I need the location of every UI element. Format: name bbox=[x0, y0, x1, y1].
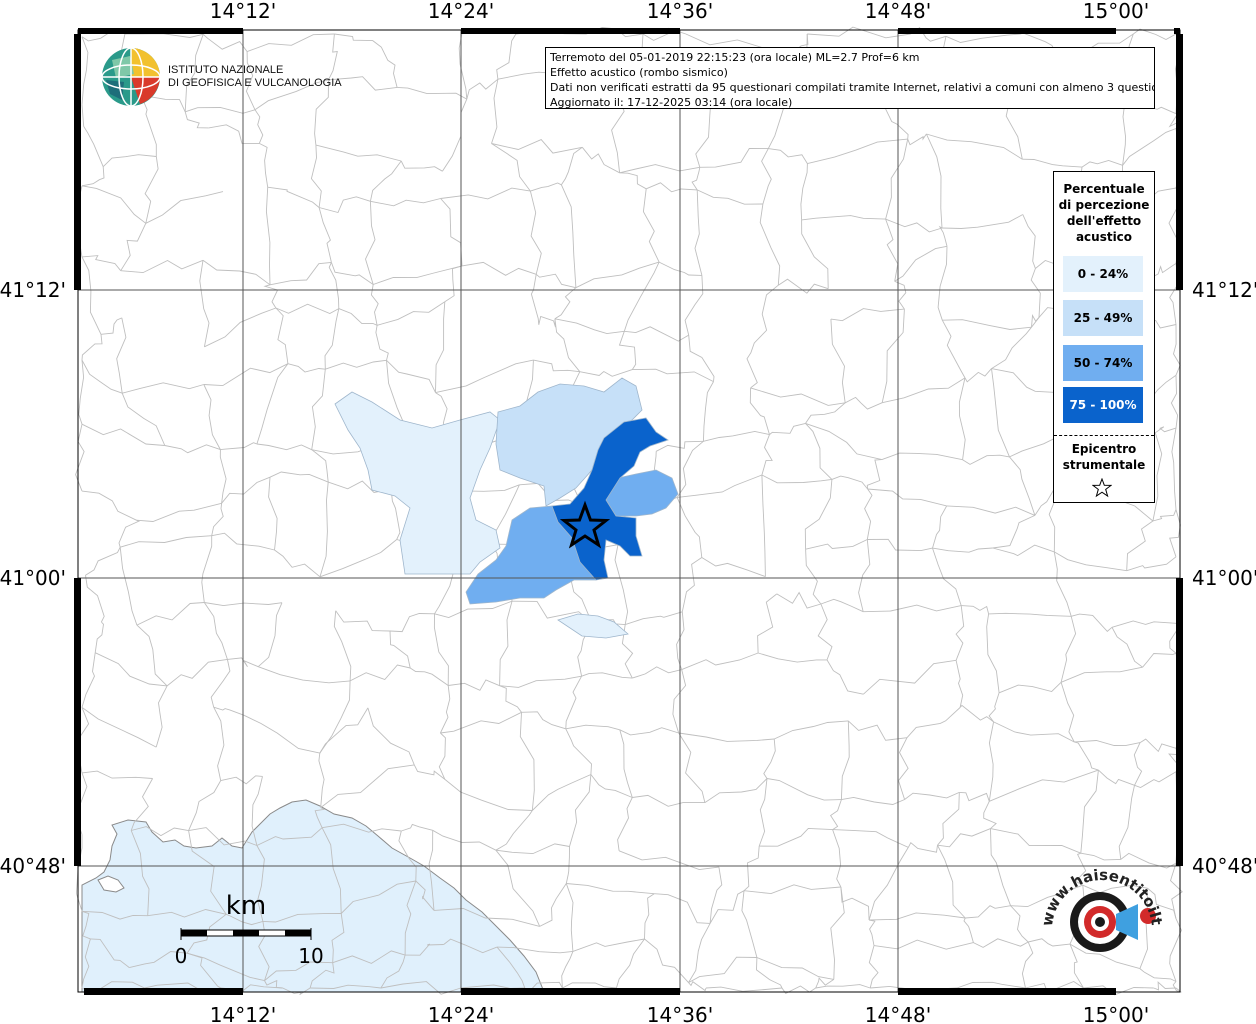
scale-label-0: 0 bbox=[175, 944, 188, 968]
lon-label-top: 15°00' bbox=[1083, 0, 1149, 23]
legend-swatch: 50 - 74% bbox=[1063, 345, 1143, 381]
lon-label-bottom: 15°00' bbox=[1083, 1003, 1149, 1024]
legend-title-line: di percezione bbox=[1058, 198, 1150, 212]
scale-label-10: 10 bbox=[298, 944, 323, 968]
lon-label-bottom: 14°36' bbox=[647, 1003, 713, 1024]
lat-label-right: 40°48' bbox=[1192, 854, 1256, 878]
ingv-name: ISTITUTO NAZIONALE DI GEOFISICA E VULCAN… bbox=[168, 64, 342, 90]
event-info-line: Effetto acustico (rombo sismico) bbox=[550, 66, 728, 79]
legend: Percentuale di percezione dell'effetto a… bbox=[1053, 171, 1155, 503]
ingv-globe-icon bbox=[101, 47, 161, 107]
scale-unit: km bbox=[226, 891, 266, 921]
legend-swatch: 0 - 24% bbox=[1063, 256, 1143, 292]
legend-epicenter-line: strumentale bbox=[1062, 458, 1146, 472]
lon-label-top: 14°48' bbox=[865, 0, 931, 23]
lat-label-right: 41°00' bbox=[1192, 566, 1256, 590]
event-info-line: Terremoto del 05-01-2019 22:15:23 (ora l… bbox=[550, 51, 920, 64]
lat-label-left: 40°48' bbox=[0, 854, 66, 878]
legend-swatch: 75 - 100% bbox=[1063, 387, 1143, 423]
lat-label-left: 41°12' bbox=[0, 278, 66, 302]
legend-divider bbox=[1054, 435, 1154, 436]
legend-swatch: 25 - 49% bbox=[1063, 300, 1143, 336]
event-info-line: Dati non verificati estratti da 95 quest… bbox=[550, 81, 1155, 94]
lon-label-bottom: 14°48' bbox=[865, 1003, 931, 1024]
lon-label-bottom: 14°12' bbox=[210, 1003, 276, 1024]
haisentito-logo: www.haisentitoilterremoto.it bbox=[1030, 860, 1166, 952]
legend-title-line: acustico bbox=[1075, 230, 1133, 244]
ingv-logo: ISTITUTO NAZIONALE DI GEOFISICA E VULCAN… bbox=[100, 46, 342, 110]
legend-epicenter-label: Epicentro strumentale bbox=[1054, 441, 1154, 473]
event-info-box: Terremoto del 05-01-2019 22:15:23 (ora l… bbox=[545, 47, 1155, 109]
lon-label-top: 14°12' bbox=[210, 0, 276, 23]
star-outline-icon bbox=[1092, 478, 1112, 498]
legend-title-line: Percentuale bbox=[1063, 182, 1145, 196]
lon-label-bottom: 14°24' bbox=[428, 1003, 494, 1024]
legend-title-line: dell'effetto bbox=[1066, 214, 1142, 228]
ingv-name-line2: DI GEOFISICA E VULCANOLOGIA bbox=[168, 77, 342, 89]
ingv-name-line1: ISTITUTO NAZIONALE bbox=[168, 64, 284, 76]
legend-title: Percentuale di percezione dell'effetto a… bbox=[1054, 181, 1154, 245]
lat-label-left: 41°00' bbox=[0, 566, 66, 590]
lon-label-top: 14°24' bbox=[428, 0, 494, 23]
event-info-line: Aggiornato il: 17-12-2025 03:14 (ora loc… bbox=[550, 96, 793, 109]
lon-label-top: 14°36' bbox=[647, 0, 713, 23]
legend-epicenter-line: Epicentro bbox=[1071, 442, 1137, 456]
lat-label-right: 41°12' bbox=[1192, 278, 1256, 302]
